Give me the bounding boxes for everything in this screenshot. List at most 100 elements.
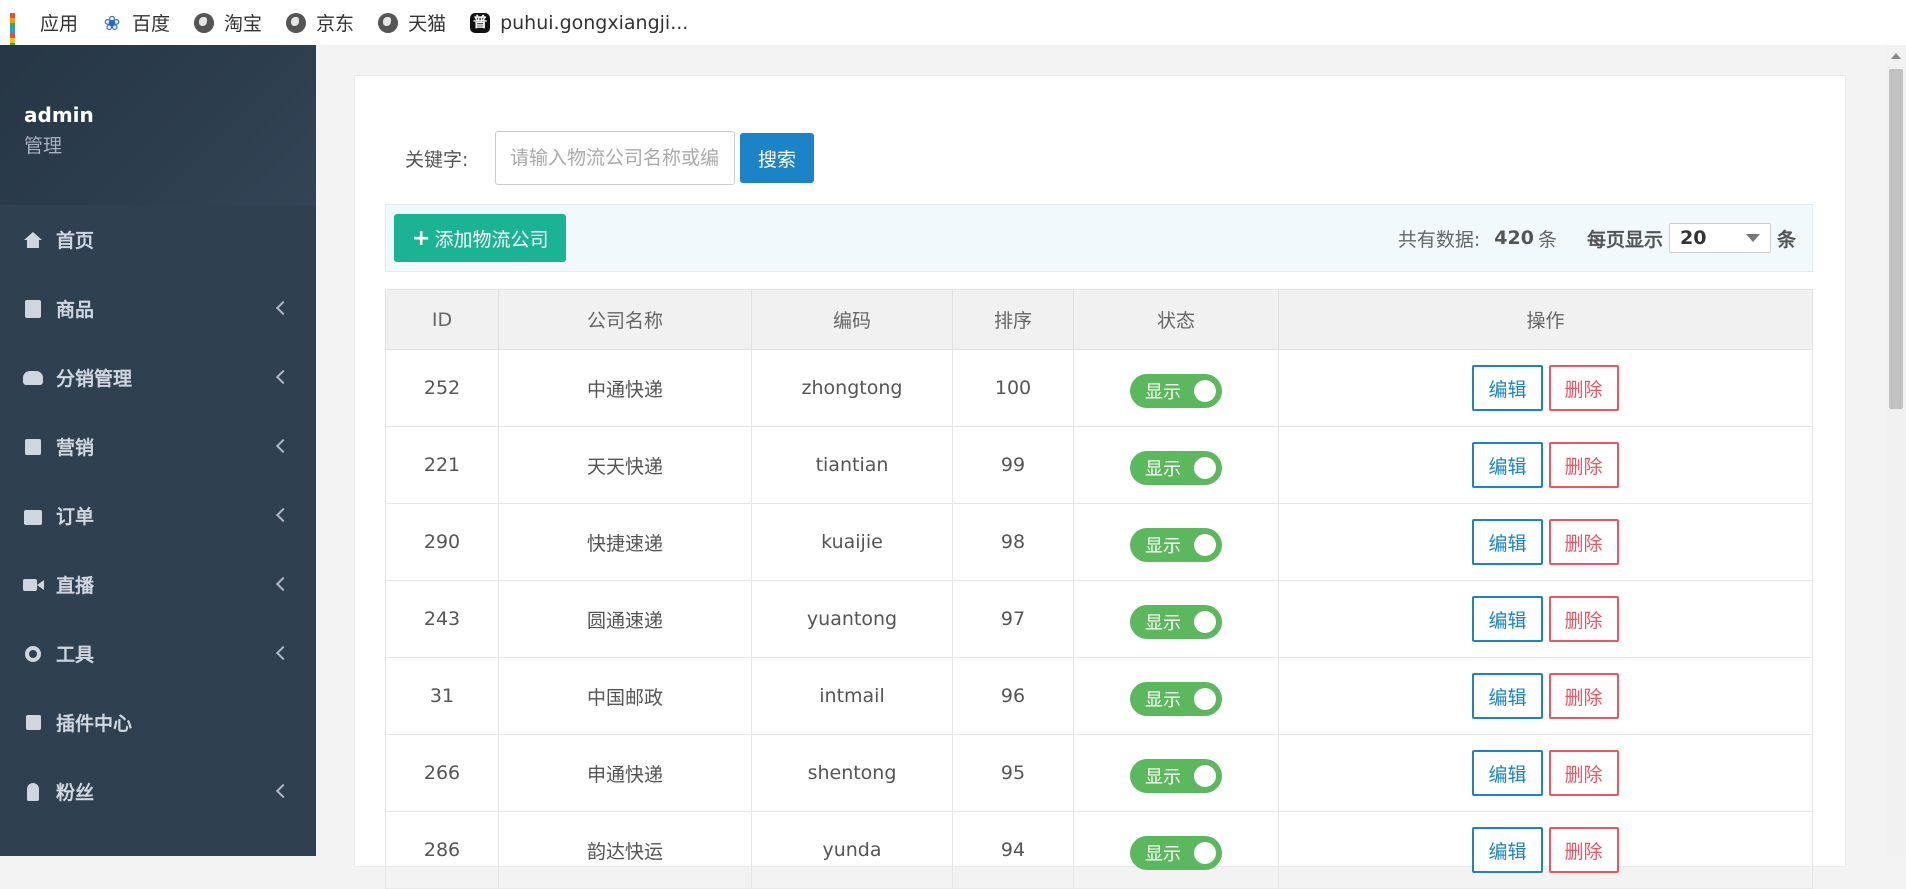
cell-actions: 编辑 删除 — [1278, 657, 1813, 735]
sidebar-item-distribution[interactable]: 分销管理 — [0, 343, 316, 412]
gear-icon — [22, 644, 44, 664]
toggle-knob — [1194, 688, 1216, 710]
edit-button[interactable]: 编辑 — [1472, 827, 1543, 873]
add-button-label: 添加物流公司 — [434, 228, 549, 251]
search-button[interactable]: 搜索 — [740, 133, 815, 183]
cell-company-name: 中国邮政 — [498, 657, 752, 735]
table-row: 290 快捷速递 kuaijie 98 显示 编辑 删除 — [385, 503, 1813, 581]
globe-icon — [194, 12, 215, 33]
delete-button[interactable]: 删除 — [1548, 365, 1619, 411]
add-logistics-company-button[interactable]: + 添加物流公司 — [394, 214, 567, 262]
cell-status: 显示 — [1073, 426, 1279, 504]
bookmark-baidu[interactable]: ❀ 百度 — [102, 9, 170, 36]
status-toggle[interactable]: 显示 — [1130, 374, 1222, 408]
edit-button[interactable]: 编辑 — [1472, 442, 1543, 488]
cell-actions: 编辑 删除 — [1278, 503, 1813, 581]
delete-button[interactable]: 删除 — [1548, 750, 1619, 796]
content-panel: 关键字: 搜索 + 添加物流公司 共有数据: 420 条 每页显示 20 条 — [354, 75, 1846, 889]
per-page-select[interactable]: 20 — [1668, 223, 1771, 253]
bookmark-label: 百度 — [132, 13, 171, 35]
toggle-knob — [1194, 380, 1216, 402]
status-toggle-label: 显示 — [1145, 844, 1181, 865]
cell-status: 显示 — [1073, 349, 1279, 427]
bookmark-puhui[interactable]: 普 puhui.gongxiangji... — [470, 12, 688, 34]
status-toggle[interactable]: 显示 — [1130, 451, 1222, 485]
sidebar-item-label: 粉丝 — [56, 782, 95, 804]
page-scrollbar[interactable] — [1886, 45, 1906, 856]
cell-code: yuantong — [751, 580, 953, 658]
search-label: 关键字: — [405, 148, 469, 171]
status-toggle-label: 显示 — [1145, 767, 1181, 788]
sidebar-item-marketing[interactable]: 营销 — [0, 412, 316, 481]
col-company-name: 公司名称 — [498, 289, 752, 350]
cell-sort: 100 — [952, 349, 1074, 427]
cell-code: shentong — [751, 734, 953, 812]
status-toggle-label: 显示 — [1145, 536, 1181, 557]
chevron-left-icon — [275, 507, 291, 522]
cell-status: 显示 — [1073, 811, 1279, 889]
table-body: 252 中通快递 zhongtong 100 显示 编辑 删除 221 天天快递 tiantian… — [385, 349, 1813, 889]
status-toggle[interactable]: 显示 — [1130, 836, 1222, 870]
status-toggle[interactable]: 显示 — [1130, 605, 1222, 639]
site-favicon-icon: 普 — [470, 12, 491, 33]
edit-button[interactable]: 编辑 — [1472, 750, 1543, 796]
bookmark-label: 天猫 — [408, 13, 447, 35]
cell-company-name: 天天快递 — [498, 426, 752, 504]
chevron-left-icon — [275, 369, 291, 384]
search-input[interactable] — [495, 131, 735, 185]
sidebar-item-live[interactable]: 直播 — [0, 550, 316, 619]
status-toggle[interactable]: 显示 — [1130, 759, 1222, 793]
user-profile: admin 管理 — [0, 45, 316, 205]
logistics-table: ID 公司名称 编码 排序 状态 操作 252 中通快递 zhongtong 100 显… — [385, 289, 1813, 889]
bookmark-taobao[interactable]: 淘宝 — [194, 9, 262, 36]
edit-button[interactable]: 编辑 — [1472, 596, 1543, 642]
product-icon — [22, 299, 44, 319]
edit-button[interactable]: 编辑 — [1472, 365, 1543, 411]
cell-company-name: 快捷速递 — [498, 503, 752, 581]
delete-button[interactable]: 删除 — [1548, 827, 1619, 873]
bookmark-tmall[interactable]: 天猫 — [378, 9, 446, 36]
edit-button[interactable]: 编辑 — [1472, 673, 1543, 719]
bookmark-label: 淘宝 — [224, 13, 263, 35]
chevron-left-icon — [275, 438, 291, 453]
sidebar-item-label: 工具 — [56, 644, 95, 666]
cell-sort: 94 — [952, 811, 1074, 889]
cell-status: 显示 — [1073, 580, 1279, 658]
edit-button[interactable]: 编辑 — [1472, 519, 1543, 565]
toggle-knob — [1194, 457, 1216, 479]
table-row: 252 中通快递 zhongtong 100 显示 编辑 删除 — [385, 349, 1813, 427]
delete-button[interactable]: 删除 — [1548, 596, 1619, 642]
bookmark-apps[interactable]: 应用 — [10, 9, 78, 58]
cell-id: 243 — [385, 580, 499, 658]
cell-sort: 98 — [952, 503, 1074, 581]
status-toggle-label: 显示 — [1145, 459, 1181, 480]
sidebar-item-products[interactable]: 商品 — [0, 274, 316, 343]
sidebar-item-orders[interactable]: 订单 — [0, 481, 316, 550]
cell-company-name: 韵达快运 — [498, 811, 752, 889]
cell-actions: 编辑 删除 — [1278, 811, 1813, 889]
cell-sort: 97 — [952, 580, 1074, 658]
sidebar-item-label: 商品 — [56, 299, 95, 321]
sidebar-item-label: 分销管理 — [56, 368, 133, 390]
status-toggle[interactable]: 显示 — [1130, 682, 1222, 716]
table-row: 221 天天快递 tiantian 99 显示 编辑 删除 — [385, 426, 1813, 504]
sidebar-item-label: 订单 — [56, 506, 95, 528]
bookmark-jd[interactable]: 京东 — [286, 9, 354, 36]
scrollbar-thumb[interactable] — [1889, 69, 1903, 409]
delete-button[interactable]: 删除 — [1548, 519, 1619, 565]
delete-button[interactable]: 删除 — [1548, 442, 1619, 488]
sidebar: admin 管理 首页 商品 分销管理 营销 订单 直播 工具 插件中心 粉丝 — [0, 45, 316, 856]
table-row: 31 中国邮政 intmail 96 显示 编辑 删除 — [385, 657, 1813, 735]
status-toggle[interactable]: 显示 — [1130, 528, 1222, 562]
delete-button[interactable]: 删除 — [1548, 673, 1619, 719]
table-header-row: ID 公司名称 编码 排序 状态 操作 — [385, 289, 1813, 350]
sidebar-item-home[interactable]: 首页 — [0, 205, 316, 274]
video-camera-icon — [22, 575, 44, 595]
scroll-up-icon[interactable] — [1891, 53, 1901, 59]
sidebar-item-tools[interactable]: 工具 — [0, 619, 316, 688]
cell-id: 290 — [385, 503, 499, 581]
per-page-unit: 条 — [1776, 228, 1796, 251]
shopping-bag-icon — [22, 506, 44, 526]
sidebar-item-fans[interactable]: 粉丝 — [0, 757, 316, 826]
sidebar-item-plugins[interactable]: 插件中心 — [0, 688, 316, 757]
